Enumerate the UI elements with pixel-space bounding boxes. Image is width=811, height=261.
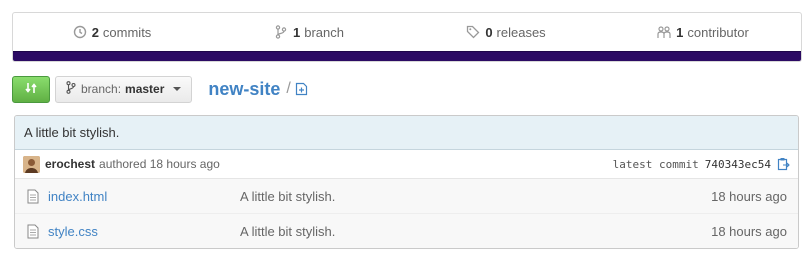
contributors-label: contributor (687, 24, 749, 40)
releases-count: 0 (485, 24, 493, 40)
releases-label: releases (496, 24, 546, 40)
path-separator: / (286, 80, 291, 97)
file-name-link[interactable]: style.css (48, 224, 240, 239)
branch-icon (66, 81, 76, 97)
file-row-index-html[interactable]: index.html A little bit stylish. 18 hour… (15, 179, 798, 214)
repo-summary-bar: 2 commits 1 branch 0 releases 1 contribu… (12, 12, 802, 62)
commit-author[interactable]: erochest (45, 157, 95, 171)
branch-value: master (125, 82, 165, 96)
contributors-stat[interactable]: 1 contributor (604, 24, 801, 40)
branch-select-button[interactable]: branch: master (55, 75, 193, 103)
compare-icon (24, 81, 38, 98)
commit-sha[interactable]: 740343ec54 (705, 158, 771, 171)
branches-stat[interactable]: 1 branch (210, 24, 407, 40)
commit-meta: erochest authored 18 hours ago latest co… (15, 150, 798, 179)
new-file-icon[interactable] (295, 82, 309, 96)
commits-count: 2 (91, 24, 99, 40)
file-icon (26, 224, 40, 240)
latest-commit-label: latest commit (612, 157, 699, 171)
commits-label: commits (102, 24, 152, 40)
file-navigation: branch: master new-site / (12, 75, 802, 103)
commit-authored-time: authored 18 hours ago (99, 157, 220, 171)
file-age: 18 hours ago (711, 188, 787, 204)
chevron-down-icon (173, 87, 182, 91)
file-name-link[interactable]: index.html (48, 189, 240, 204)
branch-icon (273, 24, 289, 40)
releases-stat[interactable]: 0 releases (407, 24, 604, 40)
contributors-count: 1 (676, 24, 684, 40)
avatar[interactable] (23, 155, 40, 173)
commit-title[interactable]: A little bit stylish. (15, 116, 798, 150)
tag-icon (465, 24, 481, 40)
compare-button[interactable] (12, 75, 50, 103)
language-bar[interactable] (13, 51, 801, 61)
file-browser: A little bit stylish. erochest authored … (14, 115, 799, 249)
branch-label: branch: (81, 82, 122, 96)
branches-label: branch (304, 24, 344, 40)
branches-count: 1 (293, 24, 301, 40)
clipboard-icon[interactable] (776, 157, 790, 171)
repo-name-link[interactable]: new-site (208, 79, 280, 100)
file-commit-message[interactable]: A little bit stylish. (240, 189, 335, 204)
commits-stat[interactable]: 2 commits (13, 24, 210, 40)
history-icon (72, 24, 88, 40)
file-row-style-css[interactable]: style.css A little bit stylish. 18 hours… (15, 214, 798, 248)
file-icon (26, 188, 40, 204)
file-age: 18 hours ago (711, 224, 787, 239)
summary-stats: 2 commits 1 branch 0 releases 1 contribu… (13, 13, 801, 51)
organization-icon (656, 24, 672, 40)
file-commit-message[interactable]: A little bit stylish. (240, 224, 335, 239)
